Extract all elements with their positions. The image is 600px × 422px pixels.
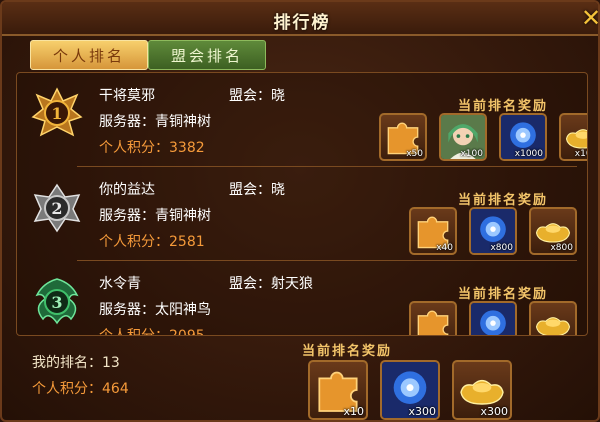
puzzle-piece-icon	[417, 310, 449, 335]
player-server: 服务器：太阳神鸟	[99, 302, 211, 318]
reward-label: 当前排名奖励	[457, 287, 548, 302]
reward-slot-orb[interactable]	[469, 301, 517, 335]
reward-slot-puzzle[interactable]	[409, 301, 457, 335]
player-guild: 盟会：晓	[229, 182, 285, 198]
reward-qty: x1000	[514, 149, 543, 159]
rank-number: 2	[51, 199, 62, 218]
reward-slot-gold[interactable]: x1000	[559, 113, 587, 161]
reward-slot-puzzle[interactable]: x40	[409, 207, 457, 255]
reward-qty: x10	[343, 405, 364, 418]
reward-label: 当前排名奖励	[457, 99, 548, 114]
reward-qty: x1000	[574, 149, 587, 159]
ranking-list[interactable]: 1 干将莫邪 盟会：晓 服务器：青铜神树 个人积分：3382 当前排名奖励 x5…	[16, 72, 588, 336]
player-server: 服务器：青铜神树	[99, 208, 211, 224]
window-title: 排行榜	[273, 13, 331, 33]
reward-qty: x300	[408, 405, 436, 418]
player-guild: 盟会：晓	[229, 88, 285, 104]
title-bar: 排行榜 ✕	[2, 2, 598, 36]
player-guild: 盟会：射天狼	[229, 276, 313, 292]
player-name: 水令青	[99, 276, 141, 292]
ranking-row: 3 水令青 盟会：射天狼 服务器：太阳神鸟 个人积分：2095 当前排名奖励	[17, 261, 587, 336]
reward-slot-gold[interactable]: x300	[452, 360, 512, 420]
reward-qty: x300	[480, 405, 508, 418]
blue-orb-icon	[471, 303, 515, 335]
rank-number: 1	[51, 104, 62, 123]
reward-slot-orb[interactable]: x300	[380, 360, 440, 420]
gold-ingot-icon	[535, 317, 571, 335]
player-score: 个人积分：2581	[99, 234, 205, 250]
player-name: 你的益达	[99, 182, 155, 198]
close-icon[interactable]: ✕	[580, 4, 598, 32]
ranking-row: 1 干将莫邪 盟会：晓 服务器：青铜神树 个人积分：3382 当前排名奖励 x5…	[17, 73, 587, 167]
reward-slot-hero[interactable]: x100	[439, 113, 487, 161]
reward-qty: x100	[460, 149, 483, 159]
reward-slot-gold[interactable]	[529, 301, 577, 335]
ranking-row: 2 你的益达 盟会：晓 服务器：青铜神树 个人积分：2581 当前排名奖励 x4…	[17, 167, 587, 261]
player-score: 个人积分：3382	[99, 140, 205, 156]
my-ranking-footer: 我的排名：13 个人积分：464 当前排名奖励 x10 x300 x300	[2, 340, 598, 420]
reward-slot-orb[interactable]: x800	[469, 207, 517, 255]
reward-qty: x800	[550, 243, 573, 253]
reward-slot-gold[interactable]: x800	[529, 207, 577, 255]
reward-qty: x50	[406, 149, 423, 159]
reward-label: 当前排名奖励	[457, 193, 548, 208]
player-score: 个人积分：2095	[99, 328, 205, 336]
rank-3-medal-icon: 3	[35, 278, 79, 325]
rank-1-medal-icon: 1	[31, 87, 83, 137]
rank-2-medal-icon: 2	[33, 183, 81, 233]
player-name: 干将莫邪	[99, 88, 155, 104]
my-rank: 我的排名：13	[32, 355, 120, 371]
reward-qty: x40	[436, 243, 453, 253]
reward-slot-puzzle[interactable]: x10	[308, 360, 368, 420]
tab-guild-ranking[interactable]: 盟会排名	[148, 40, 266, 70]
reward-slot-orb[interactable]: x1000	[499, 113, 547, 161]
my-score: 个人积分：464	[32, 381, 129, 397]
player-server: 服务器：青铜神树	[99, 114, 211, 130]
tab-personal-ranking[interactable]: 个人排名	[30, 40, 148, 70]
reward-label: 当前排名奖励	[302, 344, 393, 359]
rank-number: 3	[51, 293, 62, 312]
leaderboard-panel: 排行榜 ✕ 个人排名 盟会排名 1 干将莫邪 盟会：晓 服务器：青铜神树 个人积…	[0, 0, 600, 422]
reward-qty: x800	[490, 243, 513, 253]
reward-slot-puzzle[interactable]: x50	[379, 113, 427, 161]
